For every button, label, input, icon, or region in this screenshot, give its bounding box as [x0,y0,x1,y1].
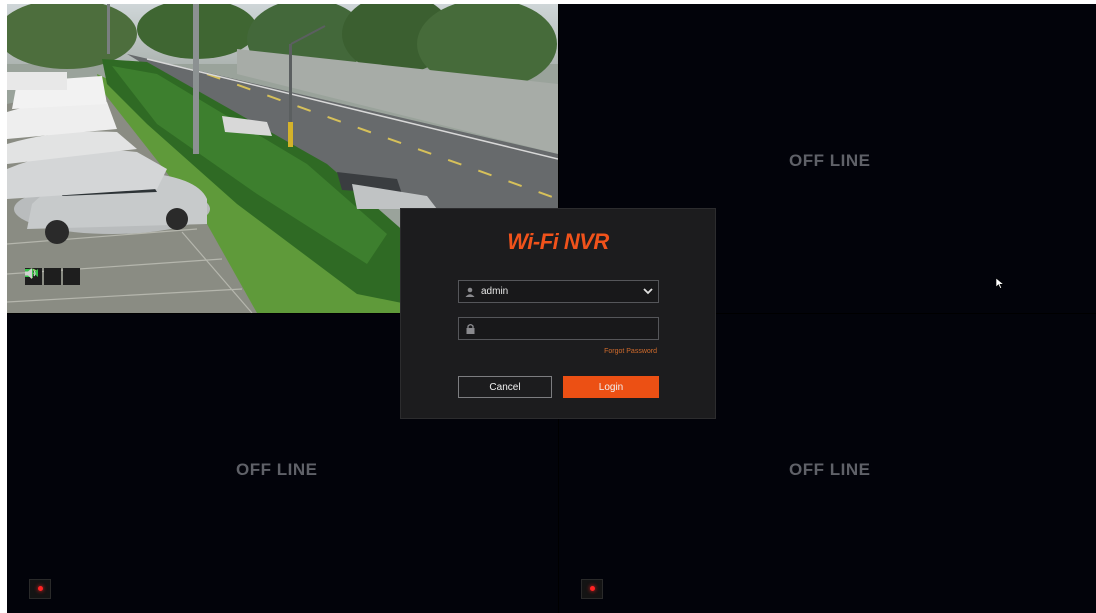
password-field[interactable] [458,317,659,340]
username-value: admin [481,286,509,297]
brand-logo: Wi-Fi NVR [507,229,609,254]
cancel-button[interactable]: Cancel [458,376,552,398]
login-dialog: Wi-Fi NVR admin Forgot Password Cancel L… [400,208,716,419]
lock-icon [459,323,481,334]
chevron-down-icon[interactable] [638,288,658,295]
record-indicator-icon [581,579,603,599]
username-select[interactable]: admin [458,280,659,303]
camera-status-icons [25,268,80,285]
video-camera-icon [25,268,61,285]
offline-label: OFF LINE [789,460,871,479]
speaker-icon [25,268,80,285]
login-button[interactable]: Login [563,376,659,398]
user-icon [459,287,481,297]
record-indicator-icon [29,579,51,599]
offline-label: OFF LINE [789,151,871,170]
offline-label: OFF LINE [236,460,318,479]
forgot-password-link[interactable]: Forgot Password [604,348,657,355]
mouse-pointer-icon [995,276,1005,294]
